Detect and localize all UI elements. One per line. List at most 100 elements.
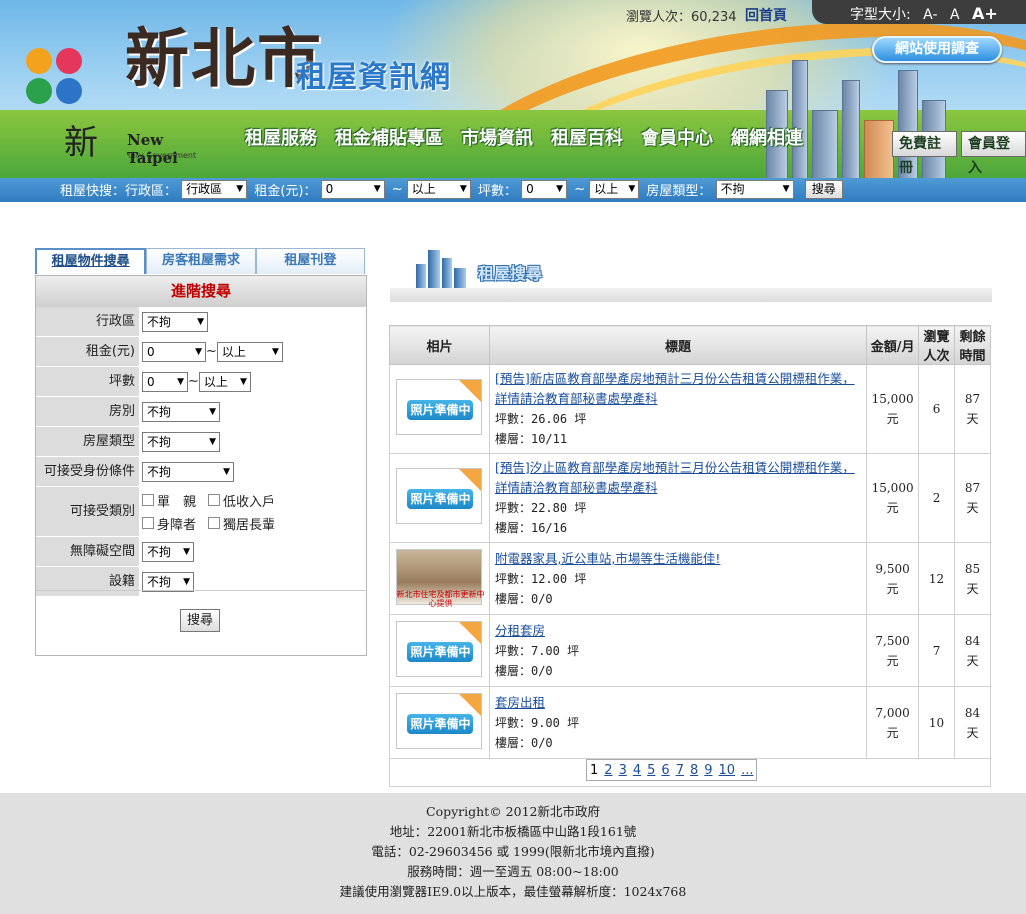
- footer-copyright: Copyright© 2012新北市政府: [426, 804, 600, 819]
- identity-row: 可接受身份條件 不拘: [36, 457, 366, 487]
- title-cell: 附電器家具,近公車站,市場等生活機能佳! 坪數：12.00 坪樓層：0/0: [488, 542, 868, 615]
- registration-select[interactable]: 不拘: [142, 571, 194, 592]
- quick-search-area-tilde: ~: [574, 182, 586, 197]
- area-prefix: 坪數：: [494, 571, 531, 586]
- tab-tenant-demand[interactable]: 房客租屋需求: [146, 248, 256, 274]
- listing-photo-placeholder[interactable]: 照片準備中: [396, 692, 483, 749]
- house-type-select[interactable]: 不拘: [142, 431, 220, 452]
- quick-search-rent-min-select[interactable]: 0: [320, 180, 385, 199]
- photo-corner-decoration: [459, 380, 482, 402]
- tab-listing-publish[interactable]: 租屋刊登: [255, 248, 365, 274]
- day-label: 天: [966, 725, 979, 740]
- pager-page-link[interactable]: 5: [647, 763, 655, 778]
- pager-page-link[interactable]: 8: [690, 763, 698, 778]
- listing-floor: 16/16: [530, 521, 568, 535]
- views-cell: 6: [918, 364, 956, 454]
- pager-page-link[interactable]: ...: [741, 763, 753, 778]
- login-button[interactable]: 會員登入: [961, 131, 1026, 176]
- area-suffix: 坪: [567, 412, 587, 426]
- room-type-select[interactable]: 不拘: [142, 401, 220, 422]
- photo-corner-decoration: [459, 693, 482, 716]
- listing-area: 22.80: [530, 501, 568, 515]
- listing-photo-placeholder[interactable]: 照片準備中: [396, 468, 483, 524]
- nav-item-rental-service[interactable]: 租屋服務: [238, 124, 324, 150]
- listing-title-link[interactable]: [預告]汐止區教育部學產房地預計三月份公告租賃公開標租作業，詳情請洽教育部秘書處…: [495, 460, 855, 495]
- listing-title-link[interactable]: 附電器家具,近公車站,市場等生活機能佳!: [495, 551, 720, 566]
- pager-page-link[interactable]: 10: [719, 763, 736, 778]
- quick-search-district-select[interactable]: 行政區: [181, 180, 248, 199]
- table-row: 照片準備中 [預告]汐止區教育部學產房地預計三月份公告租賃公開標租作業，詳情請洽教…: [389, 453, 991, 543]
- quick-search-rent-tilde: ~: [391, 182, 403, 197]
- district-row: 行政區 不拘: [36, 307, 366, 337]
- pager-page-link[interactable]: 4: [633, 763, 641, 778]
- listing-title-link[interactable]: 套房出租: [495, 695, 545, 710]
- tab-property-search[interactable]: 租屋物件搜尋: [35, 248, 147, 274]
- listing-floor: 0/0: [530, 663, 553, 678]
- area-prefix: 坪數：: [494, 501, 531, 515]
- listing-remaining: 87: [964, 481, 981, 495]
- area-suffix: 坪: [559, 715, 580, 730]
- low-income-checkbox[interactable]: 低收入戶: [208, 491, 288, 510]
- single-parent-checkbox[interactable]: 單 親: [142, 491, 208, 510]
- identity-select[interactable]: 不拘: [142, 461, 234, 482]
- listing-photo[interactable]: 新北市住宅及都市更新中心提供: [396, 548, 484, 608]
- home-link[interactable]: 回首頁: [745, 5, 787, 25]
- remaining-cell: 87 天: [954, 364, 991, 454]
- site-header: 新北市 租屋資訊網 瀏覽人次：60,234 回首頁 字型大小: A- A A+ …: [0, 0, 1026, 202]
- barrier-free-select[interactable]: 不拘: [142, 541, 194, 562]
- listing-title-link[interactable]: 分租套房: [495, 623, 545, 638]
- photo-cell: 照片準備中: [389, 686, 490, 759]
- quick-search-area-max-select[interactable]: 以上: [589, 180, 640, 199]
- account-buttons: 免費註冊 會員登入: [892, 131, 1026, 176]
- room-type-label: 房別: [36, 397, 139, 426]
- quick-search-area-min-select[interactable]: 0: [521, 180, 568, 199]
- amount-cell: 15,000 元: [866, 364, 920, 454]
- font-size-small-button[interactable]: A-: [923, 7, 937, 23]
- font-size-large-button[interactable]: A+: [972, 4, 998, 23]
- listing-photo-placeholder[interactable]: 照片準備中: [396, 620, 483, 677]
- disabled-checkbox[interactable]: 身障者: [142, 514, 208, 533]
- font-size-medium-button[interactable]: A: [950, 7, 960, 23]
- views-cell: 12: [918, 542, 956, 615]
- advanced-search-button[interactable]: 搜尋: [180, 609, 221, 632]
- area-min-select[interactable]: 0: [142, 371, 188, 392]
- pager-page-link[interactable]: 2: [604, 763, 612, 778]
- area-max-select[interactable]: 以上: [198, 371, 251, 392]
- nav-item-links[interactable]: 網網相連: [724, 124, 810, 150]
- pager-row: 1 2 3 4 5 6 7 8 9 10...: [389, 755, 991, 787]
- listing-remaining: 85: [964, 561, 981, 576]
- search-tabs: 租屋物件搜尋 房客租屋需求 租屋刊登: [35, 248, 365, 274]
- quick-search-area-label: 坪數：: [477, 184, 517, 199]
- listing-floor: 0/0: [530, 591, 553, 606]
- title-cell: 分租套房 坪數：7.00 坪樓層：0/0: [488, 614, 868, 687]
- results-table: 相片 標題 金額/月 瀏覽人次 剩餘時間 照片準備中 [預告]新店區教育部學產房地…: [389, 325, 991, 759]
- pager-page-link[interactable]: 3: [619, 763, 627, 778]
- pager-page-link[interactable]: 6: [661, 763, 669, 778]
- pager-page-link[interactable]: 7: [676, 763, 684, 778]
- pager-page-link[interactable]: 9: [704, 763, 712, 778]
- survey-button[interactable]: 網站使用調查: [872, 36, 1002, 63]
- currency-label: 元: [886, 581, 899, 596]
- remaining-cell: 84 天: [954, 614, 991, 687]
- rent-max-select[interactable]: 以上: [216, 341, 283, 362]
- register-button[interactable]: 免費註冊: [892, 131, 957, 176]
- elderly-alone-checkbox[interactable]: 獨居長輩: [208, 514, 288, 533]
- quick-search-rent-max-select[interactable]: 以上: [406, 180, 471, 199]
- site-name: 新北市: [125, 22, 323, 97]
- nav-item-market-info[interactable]: 市場資訊: [454, 124, 540, 150]
- quick-search-type-select[interactable]: 不拘: [715, 180, 794, 199]
- nav-item-member-center[interactable]: 會員中心: [634, 124, 720, 150]
- nav-item-rent-subsidy[interactable]: 租金補貼專區: [328, 124, 450, 150]
- rent-min-select[interactable]: 0: [142, 341, 206, 362]
- pager-current-page: 1: [590, 762, 599, 778]
- listing-amount: 15,000: [871, 392, 914, 406]
- district-select[interactable]: 不拘: [142, 311, 208, 332]
- amount-cell: 7,000 元: [866, 686, 920, 759]
- listing-remaining: 87: [964, 392, 981, 406]
- nav-item-rental-encyclopedia[interactable]: 租屋百科: [544, 124, 630, 150]
- quick-search-button[interactable]: 搜尋: [804, 180, 843, 199]
- footer-browser: 建議使用瀏覽器IE9.0以上版本，最佳螢幕解析度：1024x768: [339, 884, 687, 899]
- listing-photo-placeholder[interactable]: 照片準備中: [396, 379, 483, 435]
- house-type-label: 房屋類型: [36, 427, 139, 456]
- listing-title-link[interactable]: [預告]新店區教育部學產房地預計三月份公告租賃公開標租作業，詳情請洽教育部秘書處…: [495, 371, 855, 406]
